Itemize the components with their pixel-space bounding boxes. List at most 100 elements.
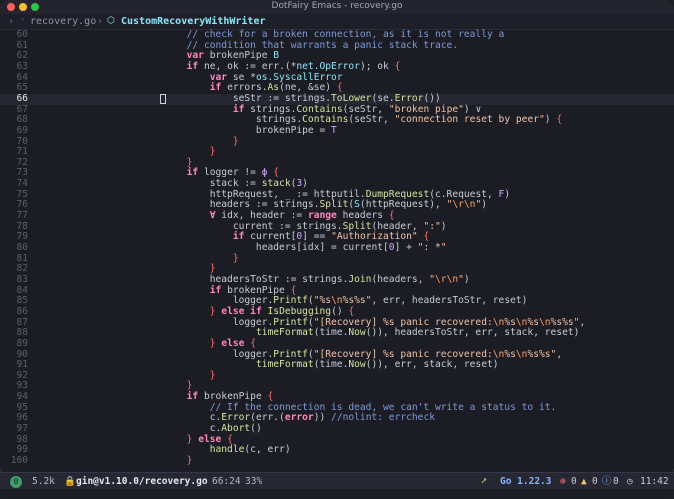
code-token: // If the connection is dead, we can't w… (48, 401, 557, 413)
chevron-right-icon: › (8, 16, 15, 27)
code-token: { (394, 60, 401, 72)
code-token: B (273, 50, 280, 62)
code-token: else (198, 433, 222, 445)
code-token: { (267, 391, 274, 403)
code-token: range (307, 210, 337, 222)
code-token: if (209, 82, 222, 94)
code-token: net.OpError (296, 60, 360, 72)
line-number: 69 (16, 124, 28, 136)
code-token: \r\n (452, 199, 476, 211)
code-token: } (232, 135, 239, 147)
code-token: c. (48, 412, 222, 424)
chevron-right-icon: › (97, 16, 104, 27)
rocket-icon: ➚ (481, 476, 487, 487)
code-token: IsDebugging (267, 305, 332, 317)
code-token: , (556, 348, 563, 360)
line-number-gutter: 60 61 62 63 64 65 66 67 68 69 70 71 72 73 74 75 76 77 78 79… (0, 29, 36, 469)
code-token: headersToStr := strings. (48, 273, 349, 285)
code-token: headers := strings. (48, 199, 320, 211)
code-token: headers (336, 210, 389, 222)
code-token: \n (515, 348, 528, 360)
code-token: strings. (244, 103, 297, 115)
code-token: (time. (313, 359, 349, 371)
code-editor[interactable]: 60 61 62 63 64 65 66 67 68 69 70 71 72 73 74 75 76 77 78 79… (0, 29, 674, 469)
code-token: ()) (423, 92, 441, 104)
code-token: Join (348, 273, 372, 285)
code-token: strings. (48, 114, 303, 126)
code-token: // check for a broken connection, as it … (48, 29, 505, 40)
error-count[interactable]: 0 (571, 473, 577, 490)
code-token: { (290, 284, 297, 296)
warning-count[interactable]: 0 (592, 473, 598, 490)
code-token: %s%s" (527, 348, 557, 360)
info-icon: ⓘ (602, 476, 612, 487)
code-token: if (232, 231, 245, 243)
code-token: ] == (302, 231, 332, 243)
code-token: brokenPipe (203, 50, 274, 62)
code-token: DumpRequest (365, 188, 430, 200)
code-token: stack (261, 178, 291, 190)
code-token: "[Recovery] %s panic recovered: (313, 348, 493, 360)
window-title: DotFairy Emacs - recovery.go (271, 1, 403, 11)
code-token: { (423, 231, 430, 243)
code-token: ) (481, 199, 488, 211)
code-token: (c.Request, (429, 188, 499, 200)
code-token: (c, err) (244, 444, 291, 456)
code-token: Now (348, 327, 366, 339)
code-token: // condition that warrants a panic stack… (48, 39, 459, 51)
code-token: brokenPipe (198, 391, 268, 403)
code-token: "broken pipe" (388, 103, 464, 115)
major-mode[interactable]: Go 1.22.3 (500, 473, 551, 490)
code-token: \n (492, 316, 505, 328)
breadcrumb-file[interactable]: recovery.go (30, 14, 96, 29)
code-line[interactable]: } (48, 455, 674, 467)
code-token: Printf (273, 295, 308, 307)
info-count[interactable]: 0 (613, 473, 619, 490)
clock-time: 11:42 (640, 476, 669, 487)
code-token: ()), err, stack, reset) (365, 359, 499, 371)
code-token: ": *" (417, 242, 447, 253)
code-token: logger. (48, 316, 274, 328)
code-token: (ne, &se) (279, 82, 337, 94)
code-token: seStr := strings. (48, 92, 332, 104)
code-token: ne, ok := err.( (198, 60, 291, 72)
line-number: 100 (10, 455, 28, 466)
code-token: { (348, 305, 355, 317)
echo-area[interactable] (0, 489, 674, 499)
code-token: () (250, 423, 262, 435)
code-token: c. (48, 423, 222, 435)
code-token: else (221, 337, 245, 349)
code-token: var (186, 50, 204, 62)
code-token: (time. (313, 327, 349, 339)
code-token: (se. (371, 92, 395, 104)
code-token: else if (221, 305, 262, 317)
breadcrumb-function[interactable]: CustomRecoveryWithWriter (121, 14, 266, 29)
code-token: } (209, 263, 216, 275)
warning-icon: ▲ (581, 476, 587, 487)
code-token: "Authorization" (331, 231, 418, 243)
buffer-path[interactable]: gin@v1.10.0/recovery.go (76, 473, 208, 490)
code-token: ) (504, 188, 511, 200)
code-token: "[Recovery] %s panic recovered: (313, 316, 493, 328)
error-icon: ⊗ (560, 476, 566, 487)
code-token: ) ∨ (463, 103, 482, 115)
code-token: } (232, 252, 239, 264)
line-number: 66 (16, 92, 28, 104)
code-token: logger != (198, 167, 262, 179)
code-token: { (227, 433, 233, 445)
code-token: } (186, 380, 193, 392)
code-token: ] + (394, 242, 418, 253)
code-token: %s%s" (342, 295, 372, 307)
